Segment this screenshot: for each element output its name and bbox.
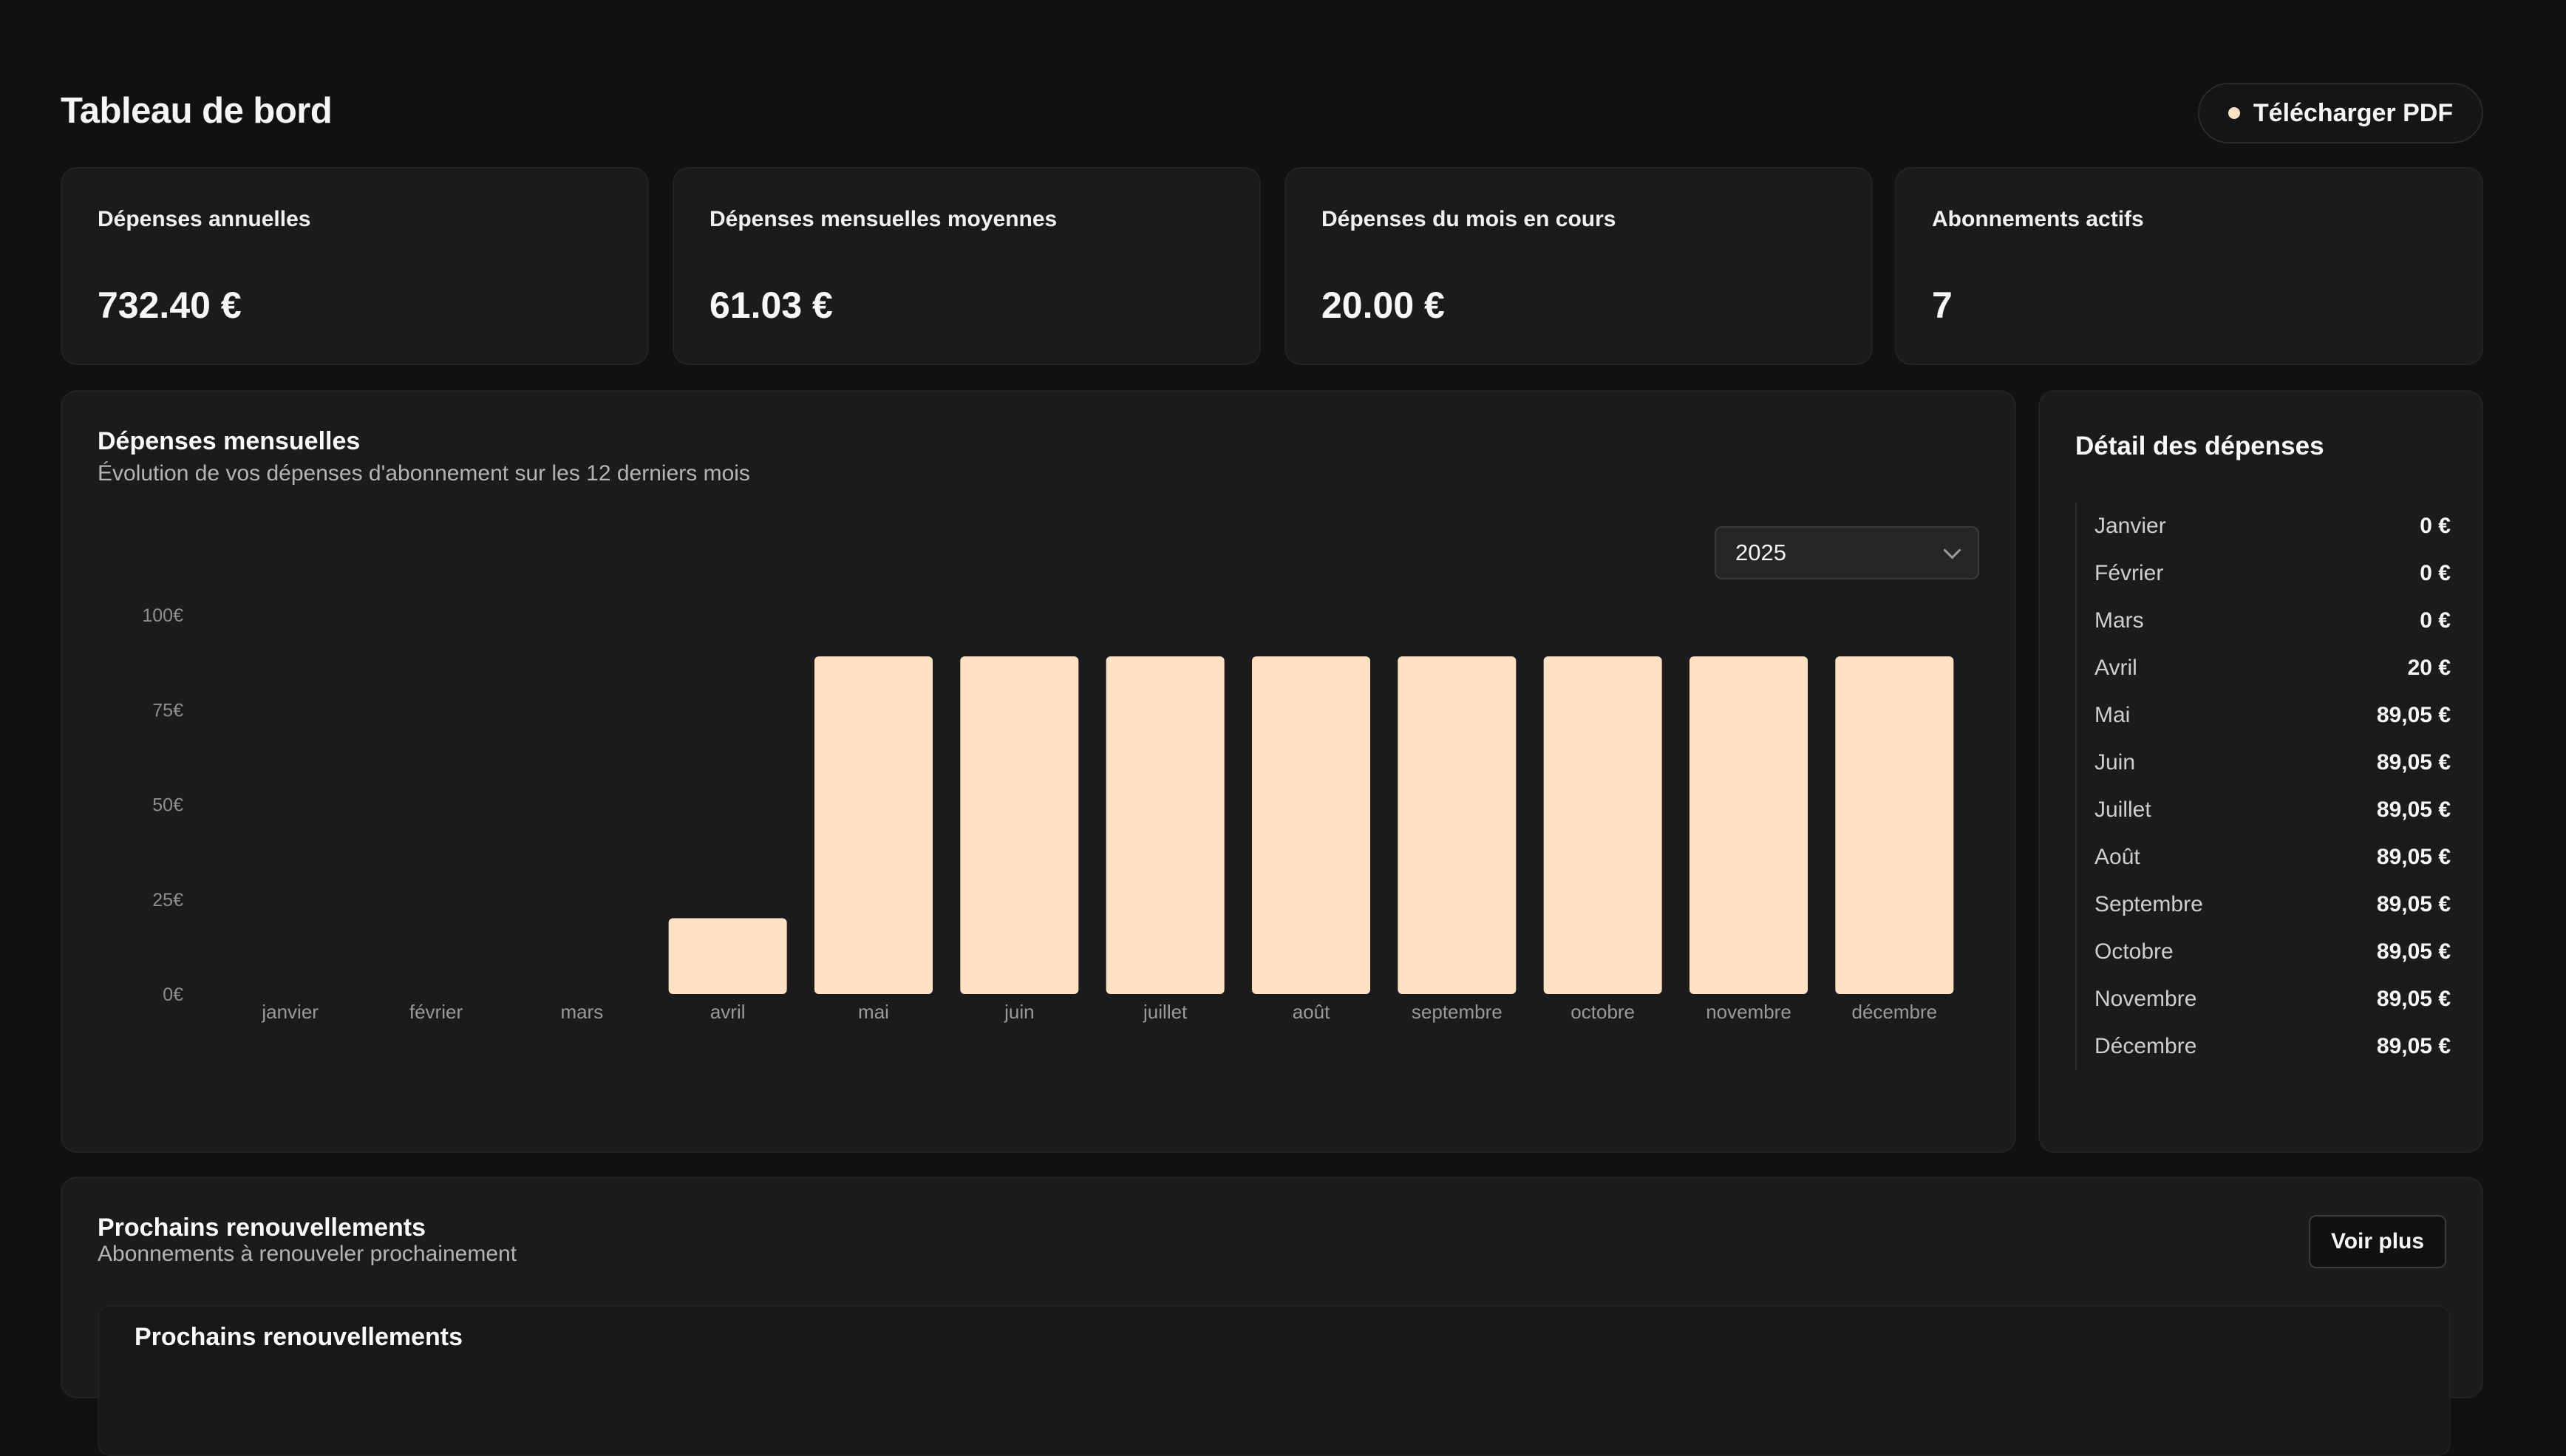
y-tick-label: 75€	[152, 700, 183, 721]
detail-amount: 89,05 €	[2376, 845, 2451, 869]
detail-month: Juin	[2094, 750, 2136, 775]
stat-value: 20.00 €	[1321, 285, 1445, 326]
detail-month: Mai	[2094, 703, 2131, 727]
x-tick-label: mai	[858, 1001, 889, 1023]
detail-amount: 0 €	[2420, 514, 2451, 538]
renewals-panel: Prochains renouvellements	[98, 1305, 2451, 1456]
stat-label: Abonnements actifs	[1932, 207, 2144, 231]
detail-amount: 20 €	[2407, 656, 2451, 680]
x-tick-label: novembre	[1706, 1001, 1791, 1023]
detail-row: Août 89,05 €	[2077, 834, 2451, 881]
stat-card-active-subscriptions: Abonnements actifs 7	[1895, 167, 2483, 365]
y-tick-label: 50€	[152, 795, 183, 816]
stat-label: Dépenses annuelles	[98, 207, 311, 231]
x-tick-label: octobre	[1570, 1001, 1635, 1023]
download-pdf-button[interactable]: Télécharger PDF	[2198, 83, 2483, 143]
bar-mai[interactable]	[814, 656, 933, 994]
detail-month: Février	[2094, 561, 2164, 585]
detail-row: Février 0 €	[2077, 550, 2451, 597]
detail-amount: 89,05 €	[2376, 892, 2451, 916]
detail-month: Août	[2094, 845, 2140, 869]
monthly-bar-chart: 0€ 25€ 50€ 75€ 100€ janvier février mars avril ma…	[142, 605, 1954, 1023]
spending-detail-card: Détail des dépenses Janvier 0 € Février 0 …	[2038, 390, 2483, 1153]
bar-novembre[interactable]	[1689, 656, 1808, 994]
detail-row: Avril 20 €	[2077, 644, 2451, 692]
detail-amount: 89,05 €	[2376, 987, 2451, 1011]
bar-juillet[interactable]	[1106, 656, 1225, 994]
detail-list: Janvier 0 € Février 0 € Mars 0 € Avril 20 € …	[2075, 503, 2451, 1070]
bar-octobre[interactable]	[1543, 656, 1662, 994]
detail-title: Détail des dépenses	[2075, 432, 2324, 460]
detail-row: Mars 0 €	[2077, 597, 2451, 644]
x-tick-label: août	[1293, 1001, 1330, 1023]
detail-amount: 89,05 €	[2376, 939, 2451, 964]
detail-amount: 89,05 €	[2376, 1034, 2451, 1058]
detail-row: Septembre 89,05 €	[2077, 881, 2451, 928]
see-more-button[interactable]: Voir plus	[2309, 1215, 2446, 1268]
stat-label: Dépenses du mois en cours	[1321, 207, 1616, 231]
detail-month: Mars	[2094, 608, 2144, 633]
y-tick-label: 0€	[163, 984, 183, 1005]
detail-row: Juillet 89,05 €	[2077, 786, 2451, 834]
detail-amount: 89,05 €	[2376, 703, 2451, 727]
stat-card-monthly-average: Dépenses mensuelles moyennes 61.03 €	[673, 167, 1261, 365]
y-tick-label: 25€	[152, 890, 183, 911]
detail-row: Octobre 89,05 €	[2077, 928, 2451, 976]
status-dot-icon	[2228, 107, 2240, 119]
bar-juin[interactable]	[960, 656, 1079, 994]
stat-value: 732.40 €	[98, 285, 242, 326]
stat-value: 61.03 €	[709, 285, 833, 326]
detail-row: Décembre 89,05 €	[2077, 1023, 2451, 1070]
detail-month: Avril	[2094, 656, 2137, 680]
detail-row: Juin 89,05 €	[2077, 739, 2451, 786]
x-tick-label: février	[409, 1001, 463, 1023]
detail-month: Janvier	[2094, 514, 2166, 538]
bar-septembre[interactable]	[1398, 656, 1517, 994]
detail-month: Décembre	[2094, 1034, 2197, 1058]
detail-month: Septembre	[2094, 892, 2203, 916]
page-title: Tableau de bord	[61, 91, 333, 131]
bar-août[interactable]	[1252, 656, 1370, 994]
x-tick-label: juin	[1004, 1001, 1034, 1023]
x-tick-label: septembre	[1412, 1001, 1502, 1023]
x-tick-label: juillet	[1143, 1001, 1188, 1023]
detail-month: Octobre	[2094, 939, 2174, 964]
detail-row: Novembre 89,05 €	[2077, 976, 2451, 1023]
detail-amount: 89,05 €	[2376, 750, 2451, 775]
x-tick-label: mars	[560, 1001, 603, 1023]
detail-month: Novembre	[2094, 987, 2197, 1011]
stat-card-annual: Dépenses annuelles 732.40 €	[61, 167, 649, 365]
download-pdf-label: Télécharger PDF	[2253, 98, 2454, 127]
x-tick-label: janvier	[261, 1001, 319, 1023]
stat-value: 7	[1932, 285, 1953, 326]
bar-avril[interactable]	[668, 918, 787, 994]
x-tick-label: avril	[710, 1001, 746, 1023]
upcoming-renewals-card: Prochains renouvellements Abonnements à …	[61, 1177, 2483, 1456]
monthly-spending-card: Dépenses mensuelles Évolution de vos dép…	[61, 390, 2016, 1153]
renewals-panel-title: Prochains renouvellements	[135, 1323, 463, 1351]
y-tick-label: 100€	[142, 605, 183, 626]
stat-label: Dépenses mensuelles moyennes	[709, 207, 1058, 231]
stat-card-current-month: Dépenses du mois en cours 20.00 €	[1284, 167, 1873, 365]
bar-décembre[interactable]	[1835, 656, 1954, 994]
detail-row: Janvier 0 €	[2077, 503, 2451, 550]
x-tick-label: décembre	[1852, 1001, 1938, 1023]
detail-amount: 0 €	[2420, 561, 2451, 585]
detail-amount: 89,05 €	[2376, 797, 2451, 822]
renewals-subtitle: Abonnements à renouveler prochainement	[98, 1242, 517, 1266]
renewals-title: Prochains renouvellements	[98, 1214, 426, 1242]
detail-amount: 0 €	[2420, 608, 2451, 633]
detail-row: Mai 89,05 €	[2077, 692, 2451, 739]
detail-month: Juillet	[2094, 797, 2151, 822]
